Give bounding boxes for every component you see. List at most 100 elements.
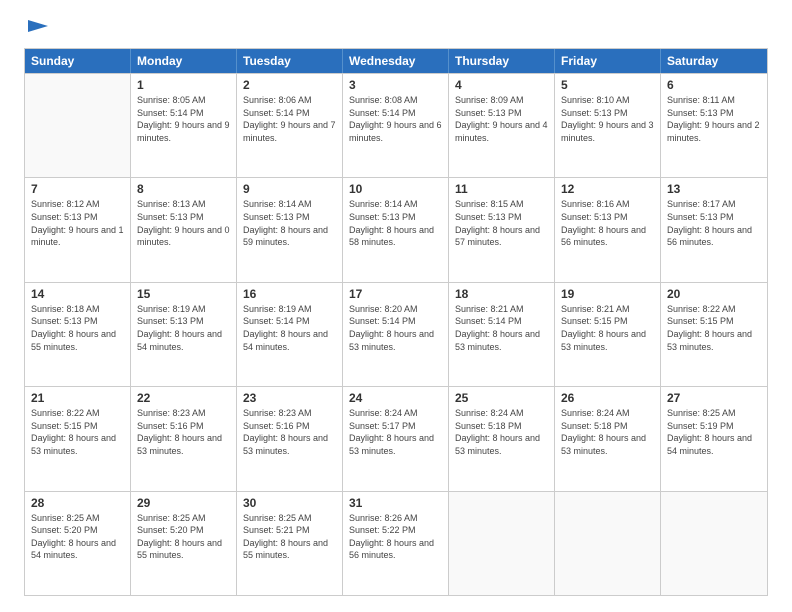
cell-info: Sunrise: 8:20 AMSunset: 5:14 PMDaylight:… bbox=[349, 303, 442, 353]
calendar-cell: 21Sunrise: 8:22 AMSunset: 5:15 PMDayligh… bbox=[25, 387, 131, 490]
calendar-cell: 16Sunrise: 8:19 AMSunset: 5:14 PMDayligh… bbox=[237, 283, 343, 386]
cell-info: Sunrise: 8:17 AMSunset: 5:13 PMDaylight:… bbox=[667, 198, 761, 248]
day-number: 1 bbox=[137, 78, 230, 92]
calendar-cell: 8 Sunrise: 8:13 AMSunset: 5:13 PMDaylight… bbox=[131, 178, 237, 281]
calendar-cell: 23 Sunrise: 8:23 AMSunset: 5:16 PMDayligh… bbox=[237, 387, 343, 490]
calendar-cell: 26 Sunrise: 8:24 AMSunset: 5:18 PMDayligh… bbox=[555, 387, 661, 490]
cell-info: Sunrise: 8:05 AMSunset: 5:14 PMDaylight:… bbox=[137, 94, 230, 144]
cell-info: Sunrise: 8:25 AMSunset: 5:21 PMDaylight:… bbox=[243, 512, 336, 562]
cell-info: Sunrise: 8:11 AMSunset: 5:13 PMDaylight:… bbox=[667, 94, 761, 144]
calendar-cell: 13 Sunrise: 8:17 AMSunset: 5:13 PMDayligh… bbox=[661, 178, 767, 281]
calendar-cell: 1 Sunrise: 8:05 AMSunset: 5:14 PMDaylight… bbox=[131, 74, 237, 177]
calendar-cell: 28 Sunrise: 8:25 AMSunset: 5:20 PMDayligh… bbox=[25, 492, 131, 595]
cell-info: Sunrise: 8:13 AMSunset: 5:13 PMDaylight:… bbox=[137, 198, 230, 248]
day-number: 28 bbox=[31, 496, 124, 510]
cell-info: Sunrise: 8:06 AMSunset: 5:14 PMDaylight:… bbox=[243, 94, 336, 144]
calendar-cell: 18 Sunrise: 8:21 AMSunset: 5:14 PMDayligh… bbox=[449, 283, 555, 386]
day-number: 26 bbox=[561, 391, 654, 405]
calendar-cell: 2Sunrise: 8:06 AMSunset: 5:14 PMDaylight… bbox=[237, 74, 343, 177]
day-number: 24 bbox=[349, 391, 442, 405]
header-day-wednesday: Wednesday bbox=[343, 49, 449, 73]
calendar-cell: 7Sunrise: 8:12 AMSunset: 5:13 PMDaylight… bbox=[25, 178, 131, 281]
header-day-sunday: Sunday bbox=[25, 49, 131, 73]
day-number: 10 bbox=[349, 182, 442, 196]
cell-info: Sunrise: 8:24 AMSunset: 5:18 PMDaylight:… bbox=[455, 407, 548, 457]
calendar-cell: 25 Sunrise: 8:24 AMSunset: 5:18 PMDayligh… bbox=[449, 387, 555, 490]
calendar-week-4: 21Sunrise: 8:22 AMSunset: 5:15 PMDayligh… bbox=[25, 386, 767, 490]
cell-info: Sunrise: 8:24 AMSunset: 5:17 PMDaylight:… bbox=[349, 407, 442, 457]
logo bbox=[24, 20, 48, 38]
calendar-cell: 27Sunrise: 8:25 AMSunset: 5:19 PMDayligh… bbox=[661, 387, 767, 490]
header bbox=[24, 20, 768, 38]
calendar: SundayMondayTuesdayWednesdayThursdayFrid… bbox=[24, 48, 768, 596]
cell-info: Sunrise: 8:14 AMSunset: 5:13 PMDaylight:… bbox=[243, 198, 336, 248]
cell-info: Sunrise: 8:25 AMSunset: 5:20 PMDaylight:… bbox=[137, 512, 230, 562]
cell-info: Sunrise: 8:23 AMSunset: 5:16 PMDaylight:… bbox=[137, 407, 230, 457]
day-number: 29 bbox=[137, 496, 230, 510]
day-number: 25 bbox=[455, 391, 548, 405]
calendar-cell: 11 Sunrise: 8:15 AMSunset: 5:13 PMDayligh… bbox=[449, 178, 555, 281]
calendar-cell: 22 Sunrise: 8:23 AMSunset: 5:16 PMDayligh… bbox=[131, 387, 237, 490]
day-number: 31 bbox=[349, 496, 442, 510]
calendar-cell: 10Sunrise: 8:14 AMSunset: 5:13 PMDayligh… bbox=[343, 178, 449, 281]
cell-info: Sunrise: 8:12 AMSunset: 5:13 PMDaylight:… bbox=[31, 198, 124, 248]
day-number: 22 bbox=[137, 391, 230, 405]
calendar-header: SundayMondayTuesdayWednesdayThursdayFrid… bbox=[25, 49, 767, 73]
day-number: 9 bbox=[243, 182, 336, 196]
calendar-cell: 4 Sunrise: 8:09 AMSunset: 5:13 PMDaylight… bbox=[449, 74, 555, 177]
calendar-cell: 15Sunrise: 8:19 AMSunset: 5:13 PMDayligh… bbox=[131, 283, 237, 386]
page: SundayMondayTuesdayWednesdayThursdayFrid… bbox=[0, 0, 792, 612]
calendar-week-2: 7Sunrise: 8:12 AMSunset: 5:13 PMDaylight… bbox=[25, 177, 767, 281]
day-number: 19 bbox=[561, 287, 654, 301]
calendar-cell: 24 Sunrise: 8:24 AMSunset: 5:17 PMDayligh… bbox=[343, 387, 449, 490]
cell-info: Sunrise: 8:26 AMSunset: 5:22 PMDaylight:… bbox=[349, 512, 442, 562]
header-day-thursday: Thursday bbox=[449, 49, 555, 73]
calendar-cell: 9 Sunrise: 8:14 AMSunset: 5:13 PMDaylight… bbox=[237, 178, 343, 281]
day-number: 13 bbox=[667, 182, 761, 196]
cell-info: Sunrise: 8:09 AMSunset: 5:13 PMDaylight:… bbox=[455, 94, 548, 144]
calendar-cell: 12 Sunrise: 8:16 AMSunset: 5:13 PMDayligh… bbox=[555, 178, 661, 281]
calendar-cell: 14Sunrise: 8:18 AMSunset: 5:13 PMDayligh… bbox=[25, 283, 131, 386]
calendar-cell: 17 Sunrise: 8:20 AMSunset: 5:14 PMDayligh… bbox=[343, 283, 449, 386]
calendar-cell: 5 Sunrise: 8:10 AMSunset: 5:13 PMDaylight… bbox=[555, 74, 661, 177]
day-number: 14 bbox=[31, 287, 124, 301]
header-day-monday: Monday bbox=[131, 49, 237, 73]
day-number: 6 bbox=[667, 78, 761, 92]
logo-flag-icon bbox=[26, 20, 48, 38]
calendar-cell bbox=[661, 492, 767, 595]
day-number: 21 bbox=[31, 391, 124, 405]
calendar-cell: 20 Sunrise: 8:22 AMSunset: 5:15 PMDayligh… bbox=[661, 283, 767, 386]
day-number: 16 bbox=[243, 287, 336, 301]
day-number: 27 bbox=[667, 391, 761, 405]
day-number: 17 bbox=[349, 287, 442, 301]
header-day-friday: Friday bbox=[555, 49, 661, 73]
calendar-week-1: 1 Sunrise: 8:05 AMSunset: 5:14 PMDaylight… bbox=[25, 73, 767, 177]
cell-info: Sunrise: 8:24 AMSunset: 5:18 PMDaylight:… bbox=[561, 407, 654, 457]
calendar-cell bbox=[449, 492, 555, 595]
calendar-body: 1 Sunrise: 8:05 AMSunset: 5:14 PMDaylight… bbox=[25, 73, 767, 595]
header-day-saturday: Saturday bbox=[661, 49, 767, 73]
calendar-cell: 29 Sunrise: 8:25 AMSunset: 5:20 PMDayligh… bbox=[131, 492, 237, 595]
cell-info: Sunrise: 8:21 AMSunset: 5:14 PMDaylight:… bbox=[455, 303, 548, 353]
cell-info: Sunrise: 8:15 AMSunset: 5:13 PMDaylight:… bbox=[455, 198, 548, 248]
day-number: 8 bbox=[137, 182, 230, 196]
day-number: 5 bbox=[561, 78, 654, 92]
day-number: 23 bbox=[243, 391, 336, 405]
calendar-cell: 31 Sunrise: 8:26 AMSunset: 5:22 PMDayligh… bbox=[343, 492, 449, 595]
calendar-cell: 6 Sunrise: 8:11 AMSunset: 5:13 PMDaylight… bbox=[661, 74, 767, 177]
cell-info: Sunrise: 8:22 AMSunset: 5:15 PMDaylight:… bbox=[667, 303, 761, 353]
cell-info: Sunrise: 8:21 AMSunset: 5:15 PMDaylight:… bbox=[561, 303, 654, 353]
day-number: 12 bbox=[561, 182, 654, 196]
day-number: 4 bbox=[455, 78, 548, 92]
calendar-cell bbox=[25, 74, 131, 177]
cell-info: Sunrise: 8:23 AMSunset: 5:16 PMDaylight:… bbox=[243, 407, 336, 457]
cell-info: Sunrise: 8:25 AMSunset: 5:20 PMDaylight:… bbox=[31, 512, 124, 562]
day-number: 11 bbox=[455, 182, 548, 196]
cell-info: Sunrise: 8:10 AMSunset: 5:13 PMDaylight:… bbox=[561, 94, 654, 144]
calendar-cell: 3Sunrise: 8:08 AMSunset: 5:14 PMDaylight… bbox=[343, 74, 449, 177]
day-number: 20 bbox=[667, 287, 761, 301]
day-number: 18 bbox=[455, 287, 548, 301]
cell-info: Sunrise: 8:16 AMSunset: 5:13 PMDaylight:… bbox=[561, 198, 654, 248]
cell-info: Sunrise: 8:08 AMSunset: 5:14 PMDaylight:… bbox=[349, 94, 442, 144]
calendar-cell: 30Sunrise: 8:25 AMSunset: 5:21 PMDayligh… bbox=[237, 492, 343, 595]
